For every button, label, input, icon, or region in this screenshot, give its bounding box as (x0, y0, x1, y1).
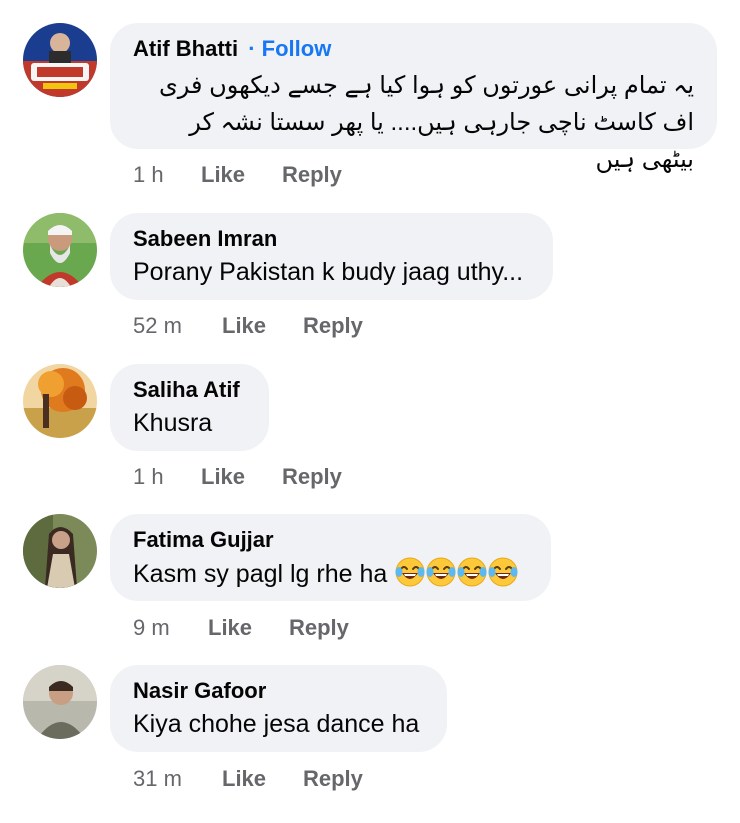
comment-bubble: Fatima Gujjar Kasm sy pagl lg rhe ha (110, 514, 551, 601)
like-button[interactable]: Like (222, 766, 303, 792)
like-button[interactable]: Like (201, 162, 282, 188)
reply-button[interactable]: Reply (282, 162, 342, 188)
reply-button[interactable]: Reply (289, 615, 349, 641)
avatar[interactable] (23, 213, 97, 287)
avatar[interactable] (23, 514, 97, 588)
like-button[interactable]: Like (222, 313, 303, 339)
comment-author[interactable]: Fatima Gujjar (133, 526, 528, 554)
comment-text: Kasm sy pagl lg rhe ha (133, 560, 388, 588)
comment-author-row: Atif Bhatti · Follow (133, 35, 694, 63)
comment-author[interactable]: Atif Bhatti (133, 36, 238, 61)
comment-timestamp[interactable]: 52 m (133, 313, 222, 339)
comment-text: Kiya chohe jesa dance ha (133, 710, 420, 738)
comment-author[interactable]: Saliha Atif (133, 376, 246, 404)
comment-timestamp[interactable]: 9 m (133, 615, 208, 641)
comment-text-row: Kasm sy pagl lg rhe ha (133, 557, 528, 590)
comment-timestamp[interactable]: 1 h (133, 162, 201, 188)
avatar[interactable] (23, 23, 97, 97)
comment-text: Khusra (133, 409, 213, 437)
comment-bubble: Atif Bhatti · Follow یہ تمام پرانی عورتو… (110, 23, 717, 173)
comment-author[interactable]: Sabeen Imran (133, 225, 530, 253)
comment-timestamp[interactable]: 1 h (133, 464, 201, 490)
face-with-tears-of-joy-icon (395, 557, 425, 587)
avatar[interactable] (23, 364, 97, 438)
face-with-tears-of-joy-icon (457, 557, 487, 587)
comment-actions: 52 m Like Reply (133, 313, 363, 339)
emoji-row (394, 557, 518, 588)
like-button[interactable]: Like (201, 464, 282, 490)
comment-bubble: Nasir Gafoor Kiya chohe jesa dance ha (110, 665, 447, 752)
face-with-tears-of-joy-icon (426, 557, 456, 587)
comment-actions: 1 h Like Reply (133, 162, 342, 188)
avatar[interactable] (23, 665, 97, 739)
comment-author[interactable]: Nasir Gafoor (133, 677, 424, 705)
comment-actions: 1 h Like Reply (133, 464, 342, 490)
comment-timestamp[interactable]: 31 m (133, 766, 222, 792)
like-button[interactable]: Like (208, 615, 289, 641)
comment-bubble: Saliha Atif Khusra (110, 364, 269, 451)
follow-button[interactable]: Follow (262, 36, 332, 61)
comment-text: Porany Pakistan k budy jaag uthy... (133, 258, 524, 286)
reply-button[interactable]: Reply (282, 464, 342, 490)
comment-bubble: Sabeen Imran Porany Pakistan k budy jaag… (110, 213, 553, 300)
comment-actions: 31 m Like Reply (133, 766, 363, 792)
reply-button[interactable]: Reply (303, 766, 363, 792)
separator-dot: · (248, 36, 256, 61)
face-with-tears-of-joy-icon (488, 557, 518, 587)
reply-button[interactable]: Reply (303, 313, 363, 339)
comment-actions: 9 m Like Reply (133, 615, 349, 641)
